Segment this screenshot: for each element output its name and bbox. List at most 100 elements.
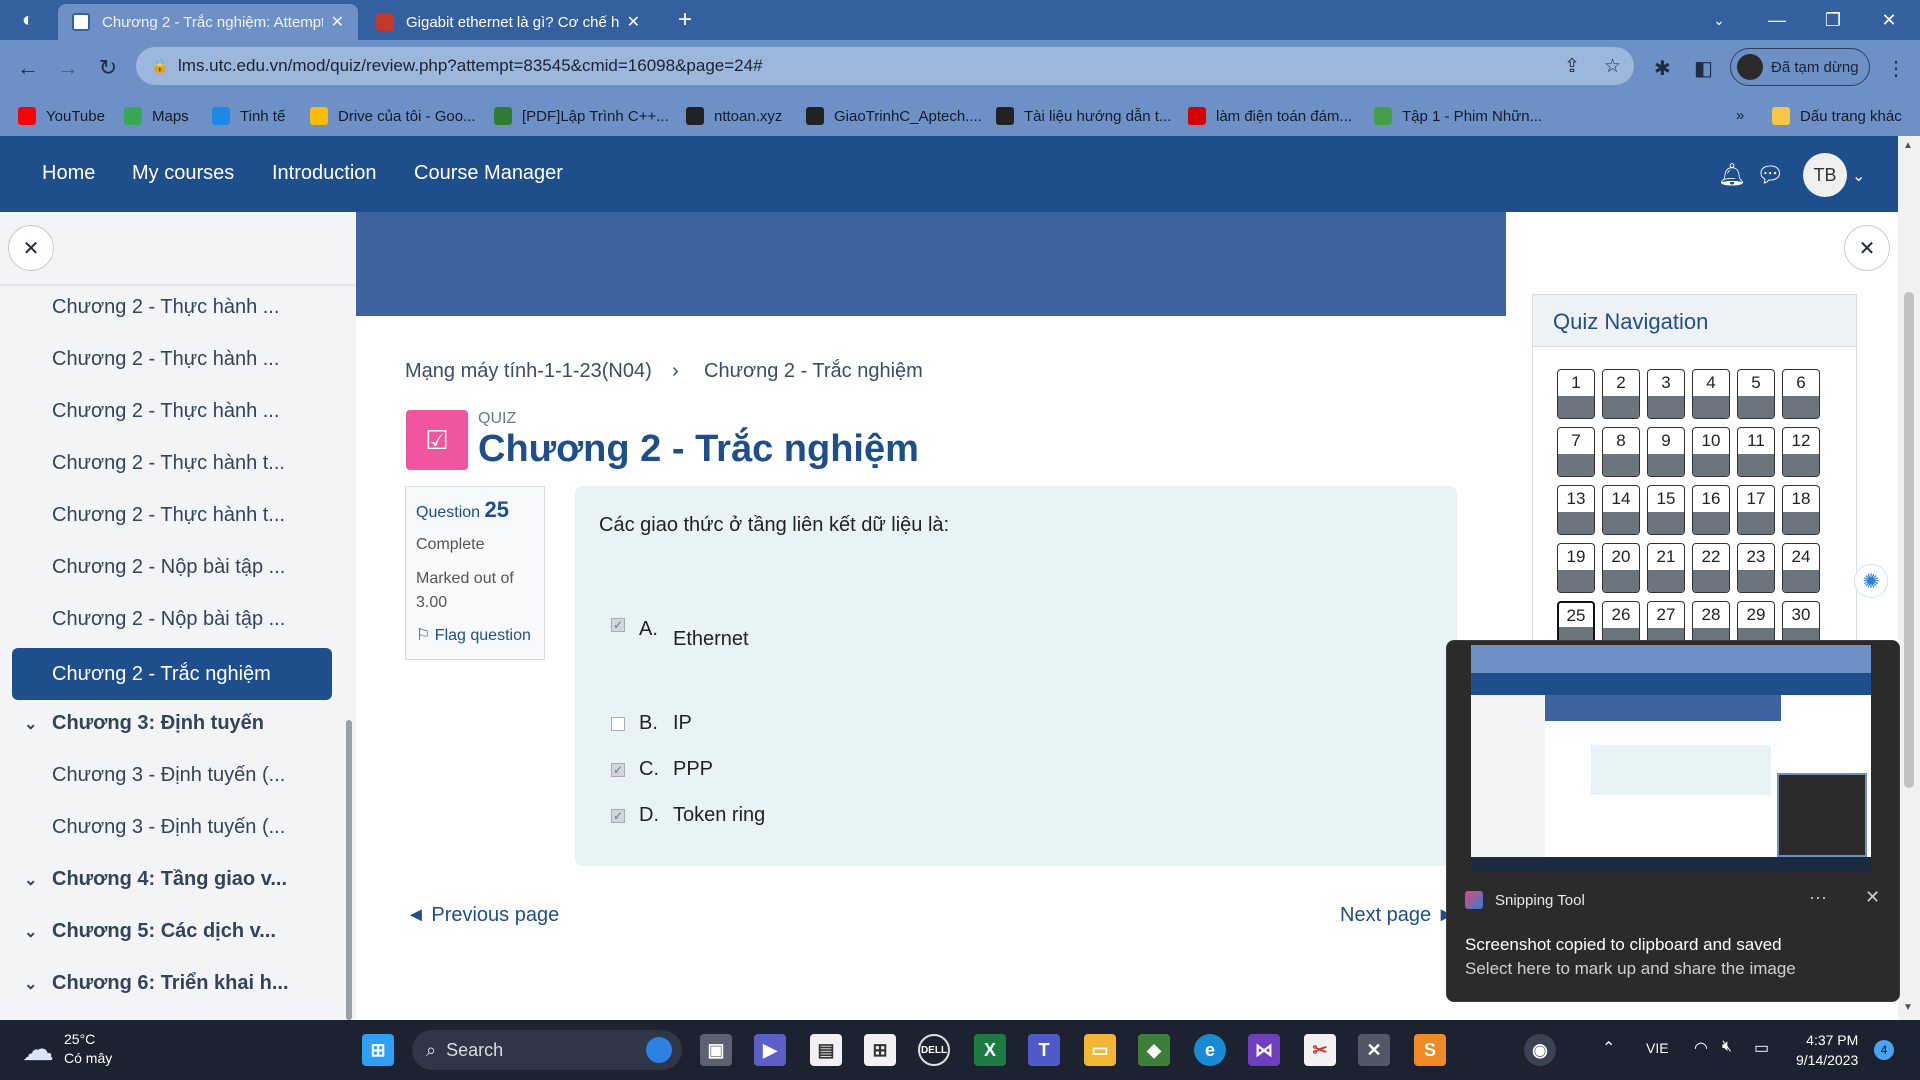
taskbar-search[interactable]: ⌕ Search [412,1030,682,1070]
chevron-down-icon[interactable]: ⌄ [24,922,52,942]
bookmark-item[interactable]: Maps [124,107,189,125]
user-menu-chevron-icon[interactable]: ⌄ [1852,166,1865,186]
bookmark-item[interactable]: Drive của tôi - Goo... [310,107,476,125]
user-avatar[interactable]: TB [1803,153,1847,197]
course-index-item[interactable]: Chương 3 - Định tuyến (... [52,816,312,839]
close-block-drawer-icon[interactable]: ✕ [1844,225,1890,271]
quiz-nav-button[interactable]: 18 [1782,485,1820,535]
bookmark-item[interactable]: [PDF]Lập Trình C++... [494,107,669,125]
quiz-nav-button[interactable]: 23 [1737,543,1775,593]
visual-studio-icon[interactable]: ⋈ [1248,1034,1280,1066]
quiz-nav-button[interactable]: 17 [1737,485,1775,535]
quiz-nav-button[interactable]: 13 [1557,485,1595,535]
tab-quiz[interactable]: Chương 2 - Trắc nghiệm: Attempt review ✕ [58,4,358,40]
scroll-down-icon[interactable]: ▼ [1903,1002,1913,1013]
chrome-icon[interactable]: ◉ [1524,1034,1556,1066]
snipping-tool-taskbar-icon[interactable]: ✂ [1304,1034,1336,1066]
next-page-link[interactable]: Next page ► [1340,904,1457,927]
wifi-icon[interactable]: ◠ [1694,1038,1708,1058]
quiz-nav-button[interactable]: 5 [1737,369,1775,419]
toast-close-icon[interactable]: ✕ [1865,887,1880,908]
quiz-nav-button[interactable]: 6 [1782,369,1820,419]
weather-widget[interactable]: ☁ 25°C Có mây [22,1030,112,1068]
maximize-icon[interactable]: ❐ [1808,0,1858,40]
quiz-nav-button[interactable]: 8 [1602,427,1640,477]
bookmark-item[interactable]: Tinh tế [212,107,285,125]
assistant-float-icon[interactable]: ✺ [1854,564,1888,598]
notepad-icon[interactable]: ▤ [810,1034,842,1066]
course-section-header[interactable]: ⌄ Chương 5: Các dịch v... [24,920,276,943]
breadcrumb-activity[interactable]: Chương 2 - Trắc nghiệm [704,360,923,383]
profile-button[interactable]: Đã tạm dừng [1730,48,1870,86]
browser-menu-dots-icon[interactable]: ⋮ [1886,56,1906,81]
bookmark-item[interactable]: GiaoTrinhC_Aptech.... [806,107,982,125]
excel-icon[interactable]: X [974,1034,1006,1066]
course-section-header[interactable]: ⌄ Chương 3: Định tuyến [24,712,264,735]
messages-icon[interactable]: 💬︎ [1756,162,1784,188]
drawer-scrollbar[interactable] [346,720,352,1020]
side-panel-icon[interactable]: ◧ [1694,56,1713,81]
reload-icon[interactable]: ↻ [92,52,124,84]
scroll-thumb[interactable] [1904,292,1914,788]
quiz-nav-button[interactable]: 12 [1782,427,1820,477]
quiz-nav-button[interactable]: 10 [1692,427,1730,477]
quiz-nav-button[interactable]: 24 [1782,543,1820,593]
chevron-down-icon[interactable]: ⌄ [24,974,52,994]
toast-more-icon[interactable]: ··· [1809,887,1827,908]
extensions-icon[interactable]: ✱ [1654,56,1671,81]
forward-icon[interactable]: → [52,52,84,84]
page-scrollbar[interactable]: ▲ ▼ [1898,136,1920,1020]
scroll-up-icon[interactable]: ▲ [1903,140,1913,151]
bookmark-star-icon[interactable]: ☆ [1604,55,1621,78]
dell-icon[interactable]: DELL [918,1034,950,1066]
course-index-item[interactable]: Chương 2 - Nộp bài tập ... [52,556,312,579]
course-index-item[interactable]: Chương 2 - Thực hành t... [52,504,312,527]
course-section-header[interactable]: ⌄ Chương 6: Triển khai h... [24,972,289,995]
bookmark-item[interactable]: Tập 1 - Phim Nhữn... [1374,107,1542,125]
back-icon[interactable]: ← [12,52,44,84]
previous-page-link[interactable]: ◄ Previous page [406,904,559,927]
edge-icon[interactable]: e [1194,1034,1226,1066]
quiz-nav-button[interactable]: 3 [1647,369,1685,419]
teams-icon[interactable]: T [1028,1034,1060,1066]
battery-icon[interactable]: ▭ [1754,1038,1769,1058]
chevron-down-icon[interactable]: ⌄ [24,714,52,734]
tab-gigabit[interactable]: Gigabit ethernet là gì? Cơ chế hoạt động… [362,4,654,40]
course-index-item[interactable]: Chương 2 - Thực hành ... [52,296,312,319]
quiz-nav-button[interactable]: 14 [1602,485,1640,535]
close-window-icon[interactable]: ✕ [1864,0,1914,40]
bookmark-item[interactable]: nttoan.xyz [686,107,782,125]
nav-course-manager[interactable]: Course Manager [414,162,563,185]
taskbar-clock[interactable]: 4:37 PM 9/14/2023 [1796,1030,1858,1070]
close-tab-icon[interactable]: ✕ [331,12,344,32]
volume-muted-icon[interactable]: 🔇︎ [1722,1038,1732,1056]
store-icon[interactable]: ⊞ [864,1034,896,1066]
quiz-nav-button[interactable]: 2 [1602,369,1640,419]
course-index-item[interactable]: Chương 3 - Định tuyến (... [52,764,312,787]
chevron-down-icon[interactable]: ⌄ [24,870,52,890]
breadcrumb-course[interactable]: Mạng máy tính-1-1-23(N04) [405,360,652,383]
course-index-item-active[interactable]: Chương 2 - Trắc nghiệm [12,648,332,700]
course-section-header[interactable]: ⌄ Chương 4: Tầng giao v... [24,868,287,891]
close-tab-icon[interactable]: ✕ [627,12,640,32]
address-bar[interactable]: 🔒 lms.utc.edu.vn/mod/quiz/review.php?att… [136,47,1634,85]
notifications-bell-icon[interactable]: 🔔︎ [1718,162,1746,188]
bookmark-item[interactable]: làm điện toán đám... [1188,107,1352,125]
other-bookmarks[interactable]: Dấu trang khác [1772,107,1902,125]
nav-my-courses[interactable]: My courses [132,162,234,185]
quiz-nav-button[interactable]: 7 [1557,427,1595,477]
tools-icon[interactable]: ✕ [1358,1034,1390,1066]
tray-overflow-icon[interactable]: ⌃ [1602,1038,1615,1058]
quiz-nav-button[interactable]: 4 [1692,369,1730,419]
course-index-item[interactable]: Chương 2 - Thực hành ... [52,400,312,423]
close-course-index-icon[interactable]: ✕ [8,225,54,271]
bookmark-item[interactable]: YouTube [18,107,105,125]
flag-question-button[interactable]: ⚐ Flag question [416,625,534,645]
bookmark-item[interactable]: Tài liệu hướng dẫn t... [996,107,1171,125]
snipping-tool-notification[interactable]: Snipping Tool ··· ✕ Screenshot copied to… [1446,640,1900,1002]
quiz-nav-button[interactable]: 9 [1647,427,1685,477]
app-icon[interactable]: ◆ [1138,1034,1170,1066]
quiz-nav-button[interactable]: 19 [1557,543,1595,593]
start-icon[interactable]: ⊞ [362,1034,394,1066]
bookmarks-overflow-icon[interactable]: » [1736,107,1744,124]
